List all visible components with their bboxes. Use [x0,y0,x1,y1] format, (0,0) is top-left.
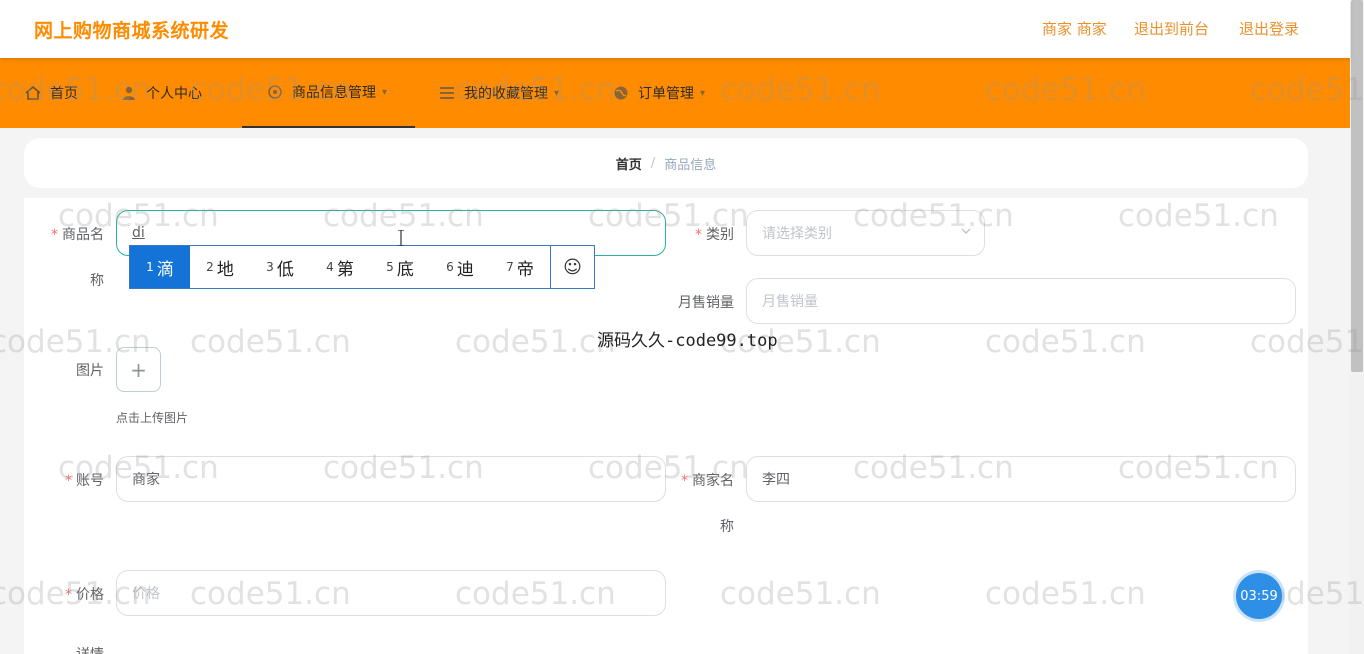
account-input[interactable]: 商家 [116,456,666,502]
nav-label: 商品信息管理 [292,85,376,101]
top-header: 网上购物商城系统研发 商家 商家 退出到前台 退出登录 [0,0,1350,58]
ime-candidate[interactable]: 7帝 [490,246,550,288]
nav-item-personal[interactable]: 个人中心 [120,58,202,128]
main-nav: 首页 个人中心 商品信息管理 ▾ 我的收藏管理 ▾ 订单管理 ▾ [0,58,1350,128]
chevron-down-icon: ▾ [700,87,706,99]
ime-candidate[interactable]: 4第 [310,246,370,288]
nav-label: 我的收藏管理 [464,86,548,102]
nav-item-home[interactable]: 首页 [24,58,78,128]
overlay-watermark-text: 源码久久-code99.top [597,331,778,351]
goods-icon [266,83,284,101]
scrollbar-thumb[interactable] [1351,0,1363,372]
merchant-name-input[interactable]: 李四 [746,456,1296,502]
sales-label: 月售销量 [678,295,734,311]
sales-placeholder: 月售销量 [762,294,818,310]
nav-label: 订单管理 [638,86,694,102]
nav-label: 个人中心 [146,86,202,102]
home-icon [24,84,42,102]
price-label: * 价格 [65,587,104,603]
chevron-down-icon: ▾ [382,86,388,98]
category-placeholder: 请选择类别 [762,226,832,242]
category-select[interactable]: 请选择类别 [746,210,985,256]
chevron-down-icon: ▾ [554,87,560,99]
goods-name-value: di [132,225,145,241]
nav-item-favorites[interactable]: 我的收藏管理 ▾ [438,58,559,128]
globe-icon [612,84,630,102]
logout-link[interactable]: 退出登录 [1239,18,1299,39]
nav-item-orders[interactable]: 订单管理 ▾ [612,58,705,128]
ime-candidate[interactable]: 6迪 [430,246,490,288]
breadcrumb-home[interactable]: 首页 [616,154,642,173]
account-value: 商家 [132,472,160,488]
merchant-user-link[interactable]: 商家 商家 [1042,18,1107,39]
text-cursor-icon [398,230,404,246]
brand-title: 网上购物商城系统研发 [34,20,230,42]
merchant-name-label: * 商家名 [681,473,734,489]
emoji-icon[interactable]: ☺ [550,246,594,288]
upload-image-button[interactable]: + [116,347,161,392]
price-input[interactable]: 价格 [116,570,666,616]
ime-candidate[interactable]: 5底 [370,246,430,288]
upload-tip: 点击上传图片 [116,411,189,425]
category-label: * 类别 [695,227,734,243]
price-placeholder: 价格 [132,586,160,602]
ime-candidate[interactable]: 3低 [250,246,310,288]
chevron-down-icon [960,225,972,241]
goods-name-label: * 商品名 [51,227,104,243]
merchant-name-label-wrap: 称 [720,519,734,535]
ime-candidate[interactable]: 2地 [190,246,250,288]
goods-name-label-wrap: 称 [90,273,104,289]
nav-item-goods[interactable]: 商品信息管理 ▾ [242,58,415,128]
image-label: 图片 [76,363,104,379]
nav-label: 首页 [50,86,78,102]
timer-badge[interactable]: 03:59 [1236,573,1282,619]
sales-input[interactable]: 月售销量 [746,278,1296,324]
account-label: * 账号 [65,473,104,489]
exit-to-front-link[interactable]: 退出到前台 [1134,18,1209,39]
ime-candidate-bar: 1滴 2地 3低 4第 5底 6迪 7帝 ☺ [129,245,595,289]
grid-icon [438,84,456,102]
merchant-name-value: 李四 [762,472,790,488]
user-icon [120,84,138,102]
breadcrumb-separator: / [650,155,656,171]
plus-icon: + [130,357,147,382]
ime-candidate[interactable]: 1滴 [130,246,190,288]
breadcrumb: 首页 / 商品信息 [24,138,1308,188]
detail-label: 详情 [40,644,104,654]
breadcrumb-current: 商品信息 [664,157,717,173]
